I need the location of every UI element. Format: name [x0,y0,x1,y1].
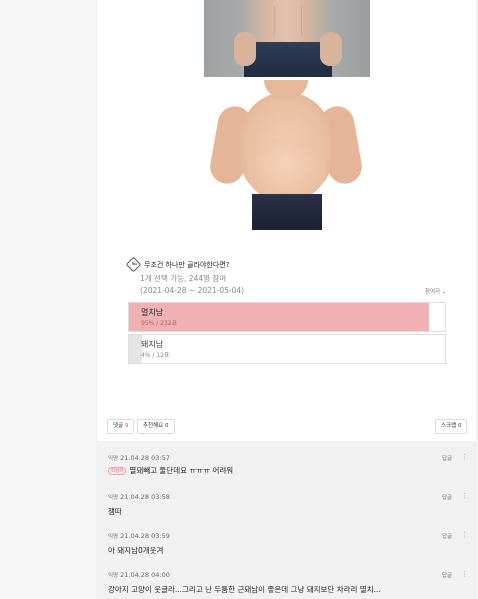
scrap-button[interactable]: 스크랩 0 [435,419,468,434]
poll-option-2-count: 4% / 12표 [141,352,170,359]
reply-button[interactable]: 답글 [442,493,452,501]
scrap-label: 스크랩 [441,423,457,429]
comment-body: 작성자 멸돼빼고 둘단데요 ㅠㅠㅠ 어려워 [108,465,468,476]
recommend-count: 0 [165,423,169,429]
comment-text: 잼따 [108,507,122,516]
poll-check-icon [125,256,142,273]
poll-option-1-name: 멸치남 [141,308,164,317]
poll-option-2[interactable]: 돼지남 4% / 12표 [128,334,446,364]
scrap-count: 0 [457,423,462,429]
slim-man-photo [204,0,370,77]
reply-button[interactable]: 답글 [442,532,452,540]
comment-time: 21.04.28 03:59 [120,532,170,540]
reply-button[interactable]: 답글 [442,571,452,579]
comment-text: 멸돼빼고 둘단데요 ㅠㅠㅠ 어려워 [129,466,234,475]
comment-meta: 익명 21.04.28 03:58 [108,493,468,501]
comment-item: 익명 21.04.28 04:00 답글 ⋮ 강아지 고양이 웃글라...그리고 … [108,570,468,595]
comment-item: 익명 21.04.28 03:57 답글 ⋮ 작성자 멸돼빼고 둘단데요 ㅠㅠㅠ 어… [108,453,468,476]
poll-option-2-fill [129,335,142,363]
comment-text: 아 돼지남0개웃겨 [108,546,164,555]
comment-meta: 익명 21.04.28 03:59 [108,532,468,540]
comment-text: 강아지 고양이 웃글라...그리고 난 두툼한 근돼남이 좋은데 그냥 돼지보단… [108,585,381,594]
comment-nick: 익명 [108,495,119,501]
poll-header: 무조건 하나만 골라야한다면? [125,256,230,273]
more-vertical-icon[interactable]: ⋮ [461,453,468,461]
poll-voters-link[interactable]: 참여자 ⌄ [425,287,447,295]
comment-time: 21.04.28 03:57 [120,454,170,462]
author-badge: 작성자 [108,467,127,475]
comment-time: 21.04.28 04:00 [120,571,170,579]
more-vertical-icon[interactable]: ⋮ [461,570,468,578]
comment-button[interactable]: 댓글 9 [107,419,135,434]
more-vertical-icon[interactable]: ⋮ [461,492,468,500]
comment-label: 댓글 [113,423,124,429]
reply-button[interactable]: 답글 [442,454,452,462]
comment-meta: 익명 21.04.28 03:57 [108,454,468,462]
comment-item: 익명 21.04.28 03:59 답글 ⋮ 아 돼지남0개웃겨 [108,531,468,556]
more-vertical-icon[interactable]: ⋮ [461,531,468,539]
recommend-label: 추천해요 [143,423,164,429]
poll-info: 1개 선택 가능, 244명 참여 (2021-04-28 ~ 2021-05-… [140,273,244,297]
recommend-button[interactable]: 추천해요 0 [137,419,175,434]
comment-item: 익명 21.04.28 03:58 답글 ⋮ 잼따 [108,492,468,517]
poll-option-1[interactable]: 멸치남 95% / 232표 [128,302,446,332]
comment-nick: 익명 [108,534,119,540]
comment-nick: 익명 [108,573,119,579]
poll-info-participants: 1개 선택 가능, 244명 참여 [140,274,227,283]
comment-time: 21.04.28 03:58 [120,493,170,501]
poll-title: 무조건 하나만 골라야한다면? [144,260,230,269]
comment-nick: 익명 [108,456,119,462]
poll-option-2-name: 돼지남 [141,340,164,349]
poll-info-period: (2021-04-28 ~ 2021-05-04) [140,286,245,295]
comment-meta: 익명 21.04.28 04:00 [108,571,468,579]
comment-count: 9 [124,423,129,429]
poll-option-1-count: 95% / 232표 [141,320,178,327]
fat-man-photo [207,80,365,230]
